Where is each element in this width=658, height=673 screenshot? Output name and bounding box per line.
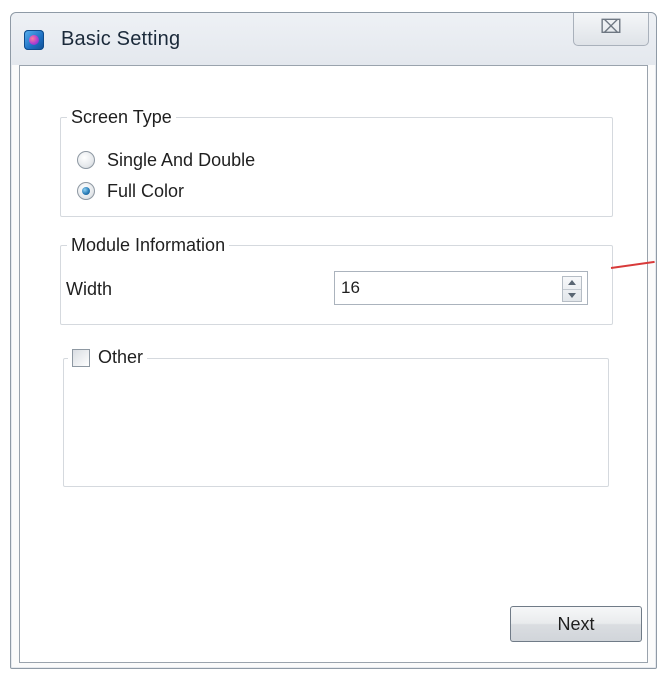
- arrow-up-icon: [568, 280, 576, 286]
- screen-type-group: Screen Type Single And Double Full Color: [60, 107, 613, 217]
- radio-button-unchecked[interactable]: [77, 151, 95, 169]
- other-checkbox-row[interactable]: Other: [68, 347, 148, 368]
- other-checkbox-label: Other: [98, 347, 144, 367]
- radio-full-color[interactable]: Full Color: [77, 179, 184, 203]
- radio-label-single-and-double: Single And Double: [107, 149, 256, 170]
- next-button[interactable]: Next: [510, 606, 642, 642]
- module-information-group: Module Information Width 16: [60, 235, 613, 325]
- module-information-title: Module Information: [67, 235, 230, 255]
- screenshot: Basic Setting ⌧ Screen Type Single And D…: [0, 0, 658, 673]
- dialog-content: Screen Type Single And Double Full Color…: [19, 65, 648, 663]
- close-icon: ⌧: [600, 17, 622, 38]
- spin-down-button[interactable]: [563, 290, 581, 302]
- other-checkbox[interactable]: [72, 348, 90, 367]
- app-logo-icon: [24, 30, 44, 50]
- width-spinbox[interactable]: 16: [334, 271, 588, 305]
- spin-up-button[interactable]: [563, 277, 581, 290]
- width-stepper[interactable]: [562, 276, 582, 302]
- width-label: Width: [66, 279, 113, 299]
- radio-button-checked[interactable]: [77, 182, 95, 200]
- title-bar[interactable]: Basic Setting ⌧: [11, 13, 656, 65]
- width-input[interactable]: 16: [341, 278, 360, 298]
- arrow-down-icon: [568, 292, 576, 298]
- radio-single-and-double[interactable]: Single And Double: [77, 148, 255, 172]
- radio-label-full-color: Full Color: [107, 180, 185, 201]
- basic-setting-dialog: Basic Setting ⌧ Screen Type Single And D…: [10, 12, 657, 669]
- close-button[interactable]: ⌧: [573, 13, 649, 46]
- other-group: Other: [63, 347, 609, 487]
- window-title: Basic Setting: [61, 28, 181, 50]
- screen-type-title: Screen Type: [67, 107, 176, 127]
